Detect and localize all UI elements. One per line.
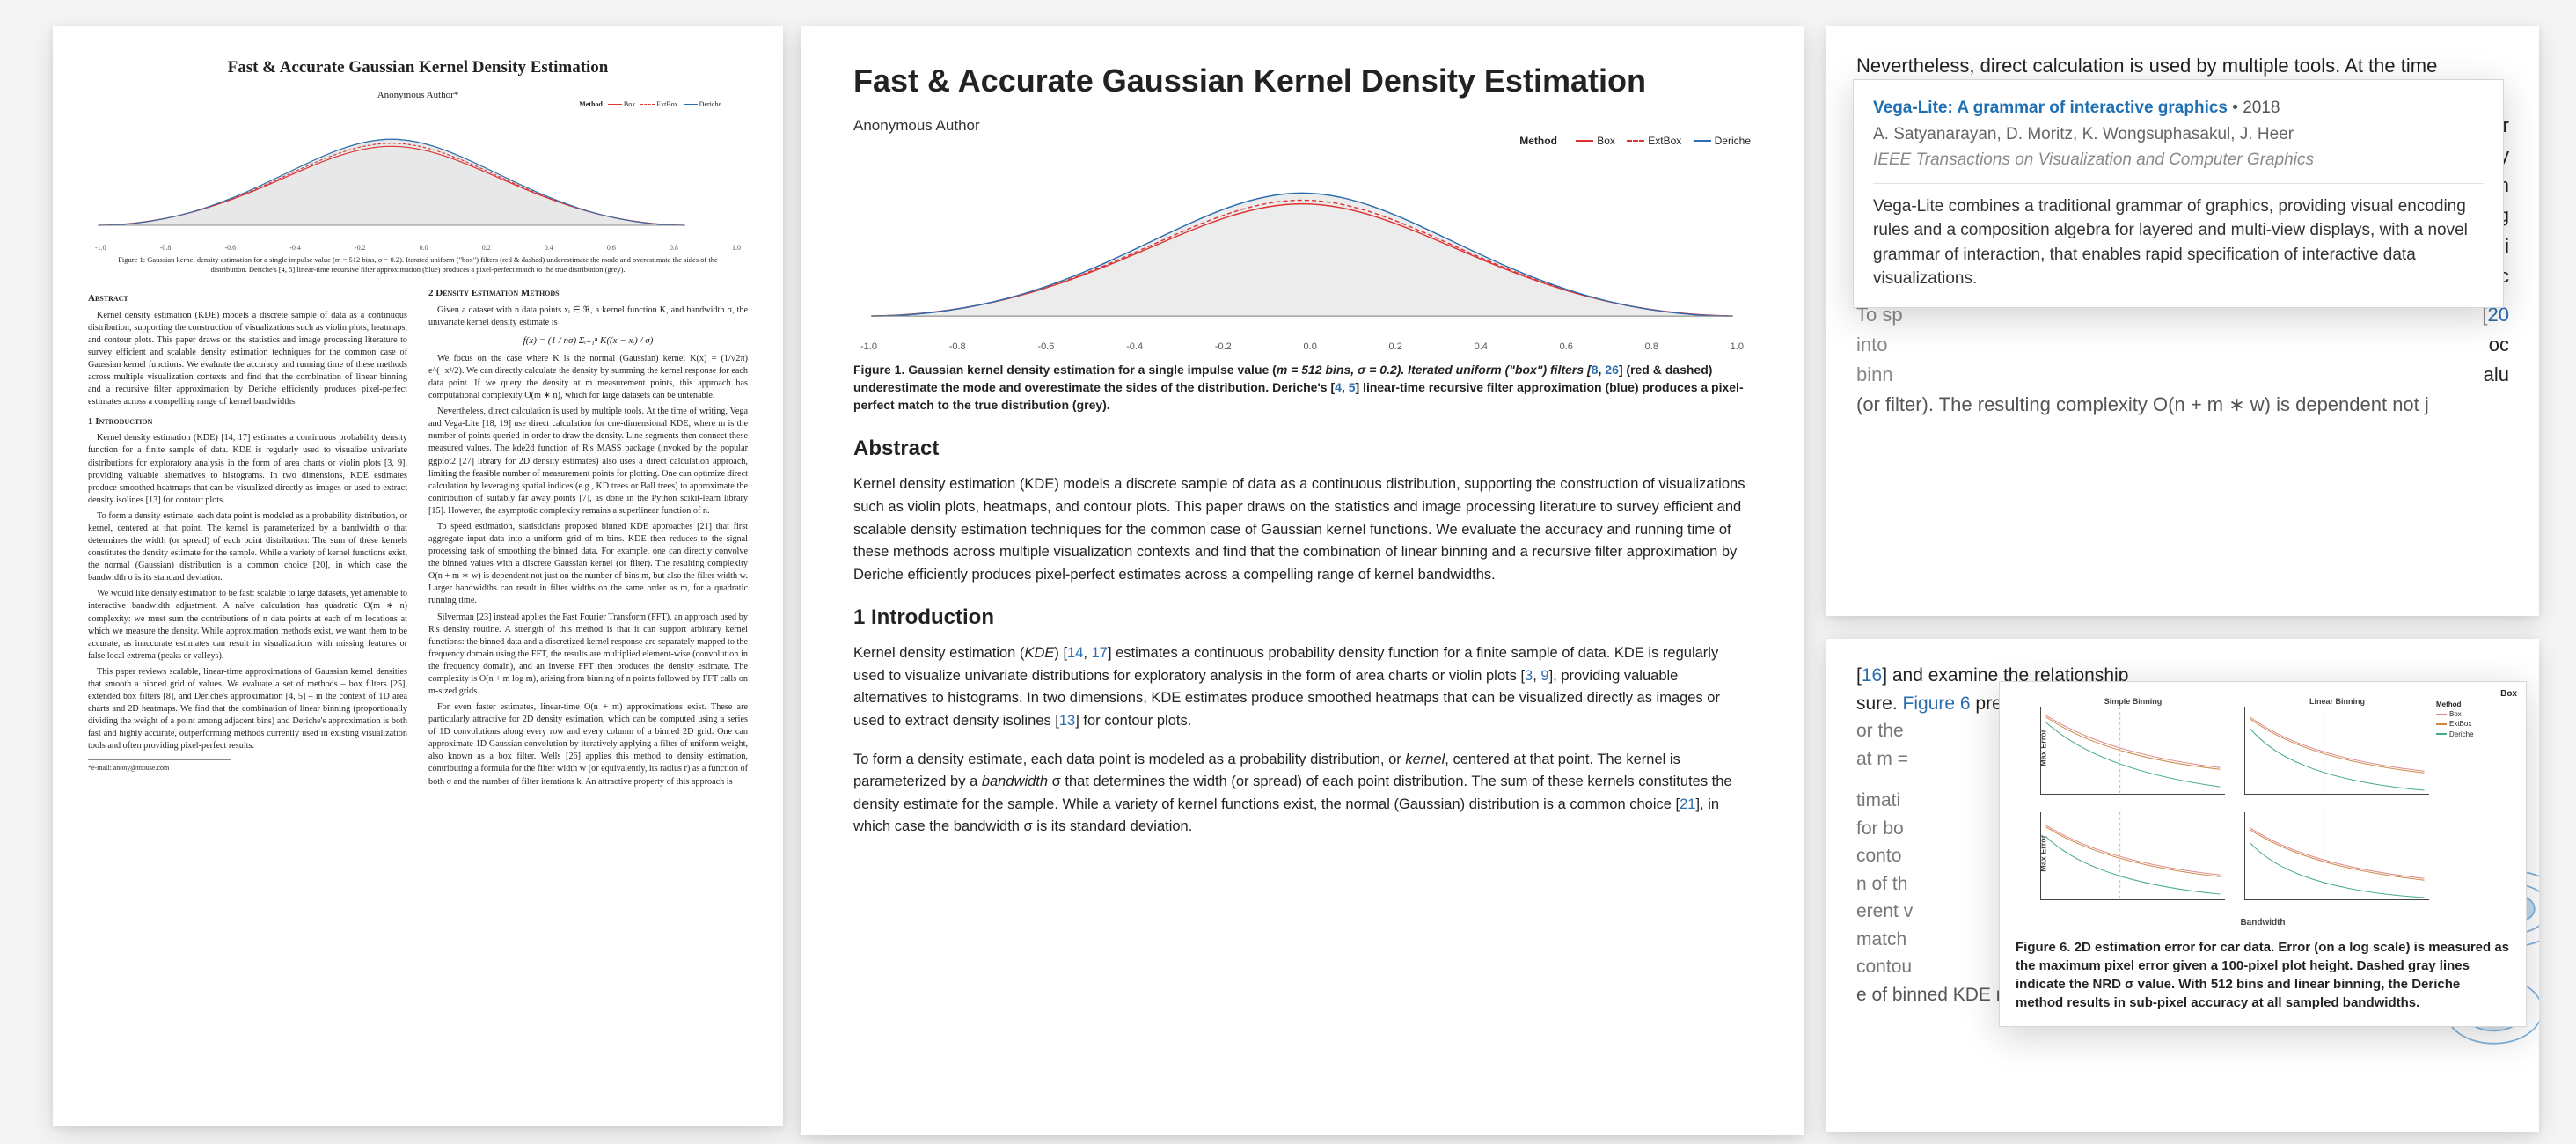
intro-p1: Kernel density estimation (KDE) [14, 17]… [88,432,407,506]
sec2-p3: Nevertheless, direct calculation is used… [428,406,748,517]
sec2-p6: For even faster estimates, linear-time O… [428,701,748,788]
citation-link[interactable]: 17 [1092,645,1108,661]
intro-heading: 1 Introduction [853,605,1751,630]
citation-hover-excerpt: Nevertheless, direct calculation is used… [1826,26,2539,616]
tooltip-venue: IEEE Transactions on Visualization and C… [1873,148,2484,172]
fig1-legend-small: Method Box ExtBox Deriche [88,100,721,108]
author-footnote: *e-mail: anony@mouse.com [88,759,231,773]
citation-link[interactable]: 4 [1335,380,1342,394]
citation-link[interactable]: 5 [1349,380,1356,394]
sec1-heading: 1 Introduction [88,415,407,429]
figure-hover-excerpt: [16] and examine the relationship sure. … [1826,639,2539,1132]
intro-paragraph-2: To form a density estimate, each data po… [853,749,1751,839]
paper-author: Anonymous Author* [88,90,748,100]
fig1-axis-small: -1.0-0.8-0.6-0.4-0.20.00.20.40.60.81.0 [88,244,748,252]
abstract-text: Kernel density estimation (KDE) models a… [88,310,407,409]
paper-pdf-view: Fast & Accurate Gaussian Kernel Density … [53,26,783,1126]
fig1-legend: Method Box ExtBox Deriche [853,135,1751,147]
citation-link[interactable]: 9 [1540,668,1548,684]
fig1-axis: -1.0-0.8-0.6-0.4-0.20.00.20.40.60.81.0 [853,341,1751,352]
fig6-small-multiples: Simple Binning Max Error Linear Binning … [2016,694,2510,914]
citation-link[interactable]: 8 [1592,363,1599,377]
intro-p2: To form a density estimate, each data po… [88,510,407,584]
fig6-caption: Figure 6. 2D estimation error for car da… [2016,938,2510,1012]
paper-two-column-body: Abstract Kernel density estimation (KDE)… [88,287,748,791]
fig6-xlabel: Bandwidth [2016,916,2510,929]
fig1-caption: Figure 1. Gaussian kernel density estima… [853,361,1751,414]
citation-link[interactable]: 3 [1525,668,1533,684]
citation-link[interactable]: 14 [1067,645,1083,661]
sec2-heading: 2 Density Estimation Methods [428,287,748,300]
figure-popover[interactable]: Box Simple Binning Max Error Linear Binn… [1999,681,2527,1027]
intro-p4: This paper reviews scalable, linear-time… [88,666,407,753]
paper-title: Fast & Accurate Gaussian Kernel Density … [88,58,748,77]
sec2-p4: To speed estimation, statisticians propo… [428,521,748,608]
sec2-p2: We focus on the case where K is the norm… [428,353,748,402]
tooltip-year: • 2018 [2232,99,2280,117]
tooltip-abstract: Vega-Lite combines a traditional grammar… [1873,194,2484,291]
intro-p3: We would like density estimation to be f… [88,588,407,662]
citation-link[interactable]: 21 [1680,796,1695,812]
occluded-text: binnalu [1856,360,2509,390]
sec2-p1: Given a dataset with n data points xᵢ ∈ … [428,304,748,329]
intro-paragraph-1: Kernel density estimation (KDE) [14, 17]… [853,642,1751,732]
abstract-body: Kernel density estimation (KDE) models a… [853,473,1751,586]
citation-tooltip[interactable]: Vega-Lite: A grammar of interactive grap… [1853,79,2504,308]
divider [1873,183,2484,184]
citation-link[interactable]: 26 [1605,363,1619,377]
occluded-text: intooc [1856,330,2509,360]
fig1-caption-small: Figure 1: Gaussian kernel density estima… [113,255,723,275]
citation-link[interactable]: 13 [1059,713,1075,729]
abstract-heading: Abstract [88,292,407,305]
reader-author: Anonymous Author [853,117,1751,135]
paper-reader-view: Fast & Accurate Gaussian Kernel Density … [801,26,1804,1135]
sec2-p5: Silverman [23] instead applies the Fast … [428,612,748,699]
figure-ref-link[interactable]: Figure 6 [1903,693,1971,714]
fig6-legend: Method Box ExtBox Deriche [2436,700,2512,739]
tooltip-authors: A. Satyanarayan, D. Moritz, K. Wongsupha… [1873,122,2484,147]
excerpt-line: Nevertheless, direct calculation is used… [1856,51,2509,81]
citation-link[interactable]: 16 [1862,665,1882,686]
reader-title: Fast & Accurate Gaussian Kernel Density … [853,62,1751,99]
fig1-chart [853,177,1751,329]
abstract-heading: Abstract [853,436,1751,461]
kde-formula: f(x) = (1 / nσ) Σᵢ₌₁ⁿ K((x − xᵢ) / σ) [428,334,748,348]
fig1-chart-small [88,124,695,236]
tooltip-title[interactable]: Vega-Lite: A grammar of interactive grap… [1873,99,2228,117]
occluded-text: (or filter). The resulting complexity O(… [1856,390,2509,420]
